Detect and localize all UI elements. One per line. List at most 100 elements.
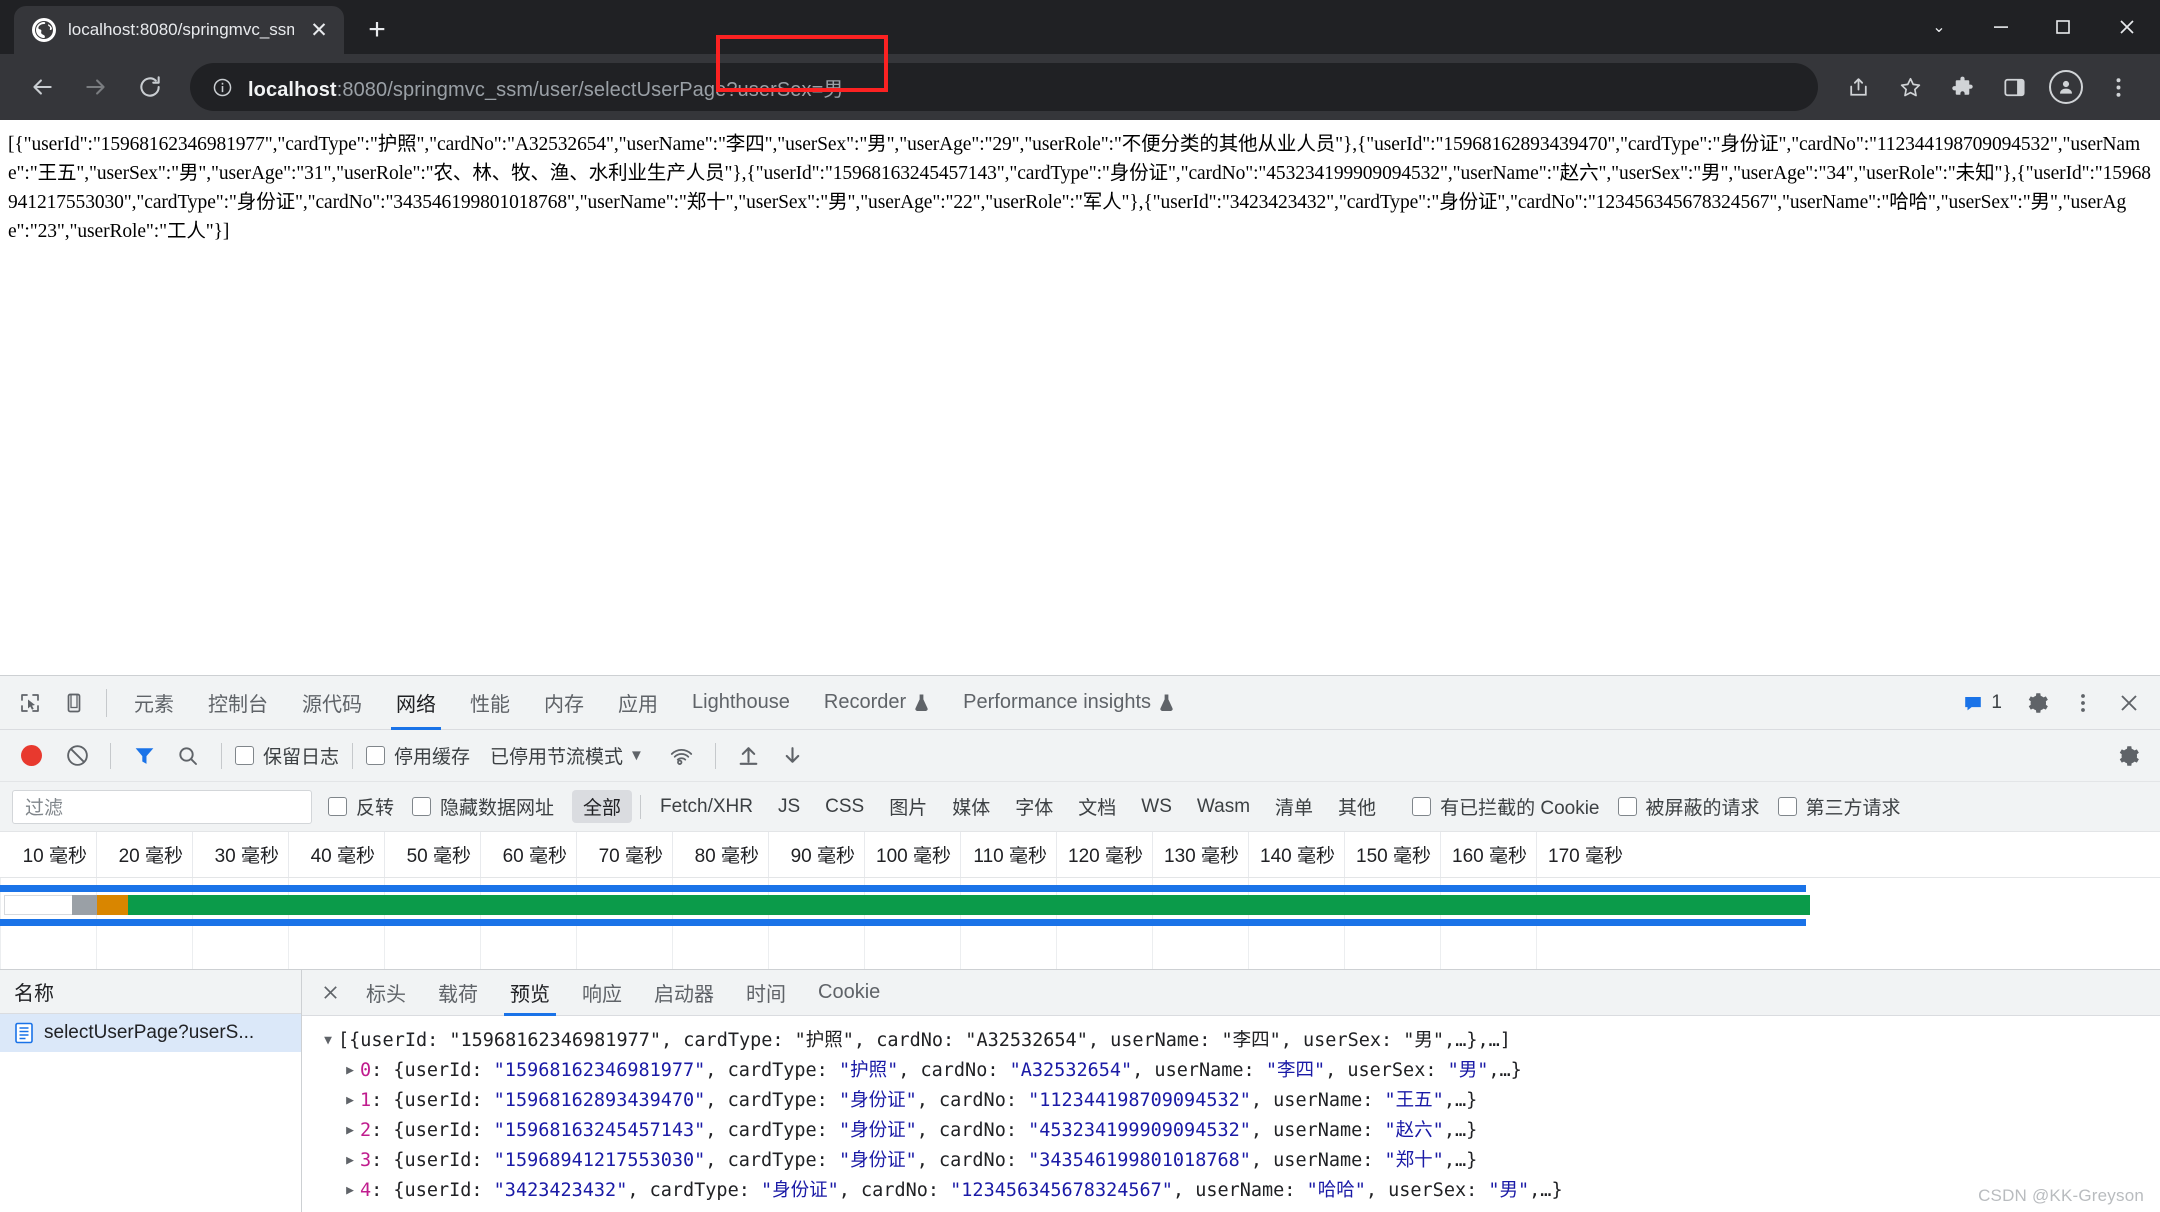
preserve-log-checkbox[interactable]: 保留日志 <box>235 742 339 769</box>
filter-funnel-icon[interactable] <box>124 736 164 776</box>
devtools-tab-8[interactable]: Recorder <box>807 676 946 730</box>
devtools-tab-4[interactable]: 性能 <box>453 676 527 730</box>
detail-tab-2[interactable]: 预览 <box>494 970 566 1016</box>
tree-item-value: {userId: "15968163245457143", cardType: … <box>393 1120 1478 1141</box>
tree-root-row[interactable]: ▼ [{userId: "15968162346981977", cardTyp… <box>318 1026 2160 1056</box>
devtools-more-icon[interactable] <box>2062 682 2104 724</box>
network-settings-gear-icon[interactable] <box>2108 736 2148 776</box>
back-button[interactable] <box>18 63 66 111</box>
browser-window: localhost:8080/springmvc_ssm ✕ + ⌄ local… <box>0 0 2160 1212</box>
type-filter-10[interactable]: 清单 <box>1264 790 1324 823</box>
bookmark-star-icon[interactable] <box>1886 63 1934 111</box>
blocked-requests-checkbox[interactable]: 被屏蔽的请求 <box>1617 793 1760 820</box>
third-party-checkbox[interactable]: 第三方请求 <box>1777 793 1901 820</box>
device-toolbar-icon[interactable] <box>52 681 96 725</box>
tab-close-icon[interactable]: ✕ <box>306 17 332 43</box>
network-split-view: 名称 selectUserPage?userS... 标头 载荷 预览 响应 启动器 时间… <box>0 970 2160 1212</box>
expand-triangle-right-icon[interactable]: ▶ <box>340 1056 360 1086</box>
type-filter-2[interactable]: JS <box>767 793 811 821</box>
devtools-tab-7[interactable]: Lighthouse <box>675 676 807 730</box>
new-tab-button[interactable]: + <box>354 7 400 53</box>
tree-item-row[interactable]: ▶ 2: {userId: "15968163245457143", cardTy… <box>318 1116 2160 1146</box>
disable-cache-checkbox[interactable]: 停用缓存 <box>366 742 470 769</box>
devtools-tab-2[interactable]: 源代码 <box>285 676 379 730</box>
tree-item-row[interactable]: ▶ 1: {userId: "15968162893439470", cardTy… <box>318 1086 2160 1116</box>
settings-gear-icon[interactable] <box>2016 682 2058 724</box>
devtools-tab-9[interactable]: Performance insights <box>946 676 1191 730</box>
tree-item-colon: : <box>371 1150 394 1171</box>
network-overview[interactable] <box>0 878 2160 970</box>
devtools-close-icon[interactable] <box>2108 682 2150 724</box>
detail-tab-0[interactable]: 标头 <box>350 970 422 1016</box>
type-filter-11[interactable]: 其他 <box>1327 790 1387 823</box>
extensions-puzzle-icon[interactable] <box>1938 63 1986 111</box>
address-bar[interactable]: localhost:8080/springmvc_ssm/user/select… <box>190 63 1818 111</box>
export-har-icon[interactable] <box>773 736 813 776</box>
type-filter-4[interactable]: 图片 <box>878 790 938 823</box>
type-filter-5[interactable]: 媒体 <box>941 790 1001 823</box>
message-count-badge[interactable]: 1 <box>1952 692 2012 714</box>
tree-item-row[interactable]: ▶ 4: {userId: "3423423432", cardType: "身份… <box>318 1176 2160 1206</box>
devtools-tab-1[interactable]: 控制台 <box>191 676 285 730</box>
import-har-icon[interactable] <box>729 736 769 776</box>
expand-triangle-right-icon[interactable]: ▶ <box>340 1086 360 1116</box>
type-filter-6[interactable]: 字体 <box>1004 790 1064 823</box>
type-filter-8[interactable]: WS <box>1130 793 1183 821</box>
tree-item-row[interactable]: ▶ 0: {userId: "15968162346981977", cardTy… <box>318 1056 2160 1086</box>
checkbox-box <box>328 797 347 816</box>
hide-data-urls-checkbox[interactable]: 隐藏数据网址 <box>412 793 554 820</box>
detail-tab-5[interactable]: 时间 <box>730 970 802 1016</box>
type-filter-1[interactable]: Fetch/XHR <box>649 793 764 821</box>
throttling-label[interactable]: 已停用节流模式 <box>490 742 623 769</box>
blocked-cookies-label: 有已拦截的 Cookie <box>1440 798 1600 819</box>
devtools-tab-5[interactable]: 内存 <box>527 676 601 730</box>
detail-tab-6[interactable]: Cookie <box>802 970 896 1016</box>
devtools-tab-3[interactable]: 网络 <box>379 676 453 730</box>
table-row[interactable]: selectUserPage?userS... <box>0 1014 301 1052</box>
invert-checkbox[interactable]: 反转 <box>328 793 394 820</box>
tab-search-chevron-icon[interactable]: ⌄ <box>1908 0 1970 54</box>
tree-item-value: {userId: "3423423432", cardType: "身份证", … <box>393 1180 1563 1201</box>
maximize-button[interactable] <box>2032 0 2094 54</box>
expand-triangle-right-icon[interactable]: ▶ <box>340 1176 360 1206</box>
browser-tab[interactable]: localhost:8080/springmvc_ssm ✕ <box>14 6 344 54</box>
type-filter-9[interactable]: Wasm <box>1186 793 1261 821</box>
expand-triangle-right-icon[interactable]: ▶ <box>340 1116 360 1146</box>
expand-triangle-right-icon[interactable]: ▶ <box>340 1146 360 1176</box>
expand-triangle-down-icon[interactable]: ▼ <box>318 1026 338 1056</box>
detail-close-icon[interactable] <box>310 973 350 1013</box>
share-icon[interactable] <box>1834 63 1882 111</box>
tree-item-colon: : <box>371 1090 394 1111</box>
detail-tab-4[interactable]: 启动器 <box>638 970 730 1016</box>
network-conditions-icon[interactable] <box>662 736 702 776</box>
record-button[interactable] <box>21 745 42 766</box>
devtools-tab-label: 源代码 <box>302 694 362 716</box>
search-icon[interactable] <box>168 736 208 776</box>
filter-input[interactable]: 过滤 <box>12 789 312 824</box>
timeline-tick-4: 50 毫秒 <box>384 832 480 877</box>
forward-button[interactable] <box>72 63 120 111</box>
detail-tab-3[interactable]: 响应 <box>566 970 638 1016</box>
request-list-header: 名称 <box>0 970 301 1014</box>
type-filter-0[interactable]: 全部 <box>572 790 633 823</box>
devtools-tab-label: Lighthouse <box>692 691 790 713</box>
blocked-cookies-checkbox[interactable]: 有已拦截的 Cookie <box>1412 793 1600 820</box>
devtools-tab-6[interactable]: 应用 <box>601 676 675 730</box>
devtools-tab-0[interactable]: 元素 <box>117 676 191 730</box>
type-filter-3[interactable]: CSS <box>814 793 875 821</box>
site-info-icon[interactable] <box>210 75 234 99</box>
divider <box>714 742 716 769</box>
timeline-tick-8: 90 毫秒 <box>768 832 864 877</box>
type-filter-7[interactable]: 文档 <box>1067 790 1127 823</box>
chevron-down-icon[interactable]: ▼ <box>629 747 644 764</box>
minimize-button[interactable] <box>1970 0 2032 54</box>
detail-tab-1[interactable]: 载荷 <box>422 970 494 1016</box>
clear-requests-icon[interactable] <box>57 736 97 776</box>
tree-item-row[interactable]: ▶ 3: {userId: "15968941217553030", cardTy… <box>318 1146 2160 1176</box>
browser-menu-icon[interactable] <box>2094 63 2142 111</box>
reload-button[interactable] <box>126 63 174 111</box>
inspect-element-icon[interactable] <box>8 681 52 725</box>
close-window-button[interactable] <box>2094 0 2160 54</box>
side-panel-icon[interactable] <box>1990 63 2038 111</box>
profile-avatar-icon[interactable] <box>2042 63 2090 111</box>
